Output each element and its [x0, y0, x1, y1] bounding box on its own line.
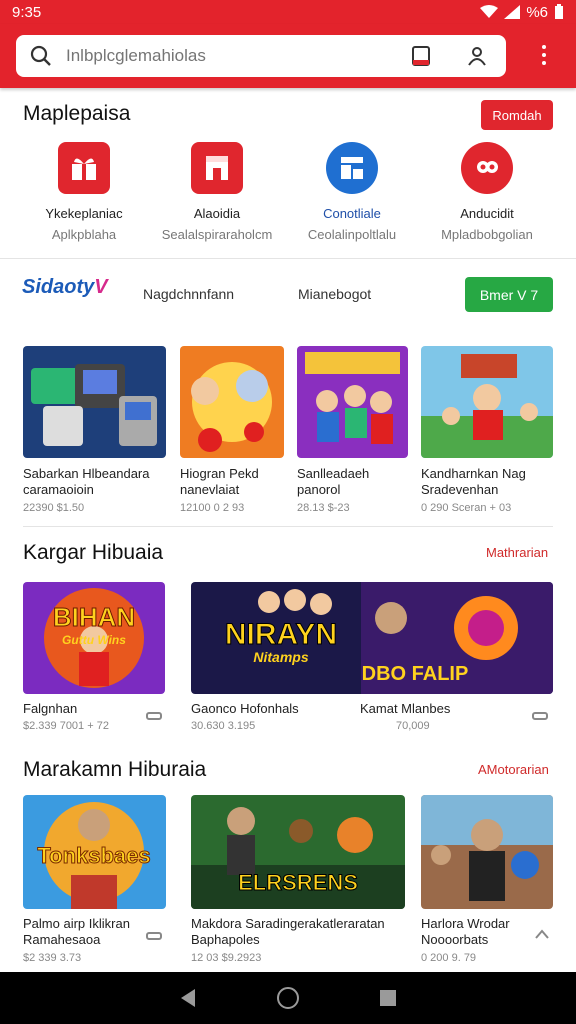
game-thumbnail[interactable] — [297, 346, 408, 458]
game-title[interactable]: Hiogran Pekd — [180, 466, 259, 482]
game-title[interactable]: Harlora Wrodar — [421, 916, 510, 932]
game-thumbnail[interactable] — [421, 346, 553, 458]
game-art-title: ELRSRENS — [238, 870, 358, 895]
store-icon — [191, 142, 243, 194]
chevron-up-icon[interactable] — [535, 929, 549, 939]
category-item[interactable]: Conotliale Ceolalinpoltlalu — [287, 142, 417, 242]
game-subtitle: Baphapoles — [191, 932, 260, 947]
game-meta: 0 200 9. 79 — [421, 952, 477, 964]
game-title[interactable]: Falgnhan — [23, 701, 77, 717]
search-bar[interactable] — [16, 35, 506, 77]
game-meta: 30.630 3.195 — [191, 720, 256, 732]
brand-logo-text: Sidaoty — [22, 276, 95, 298]
brand-logo[interactable]: SidaotyV — [22, 276, 108, 299]
game-meta: 12100 0 2 93 — [180, 502, 245, 514]
game-subtitle: nanevlaiat — [180, 482, 240, 497]
wifi-icon — [480, 5, 499, 18]
see-more-link[interactable]: AMotorarian — [478, 762, 549, 777]
game-meta: 28.13 $-23 — [297, 502, 350, 514]
divider — [0, 258, 576, 259]
divider — [23, 526, 553, 527]
game-banner[interactable]: NIRAYN Nitamps DBO FALIP — [191, 582, 553, 694]
game-thumbnail[interactable]: BIHAN Guttu Wins — [23, 582, 165, 694]
home-icon[interactable] — [276, 986, 300, 1010]
banner-title: NIRAYN — [225, 618, 337, 651]
game-thumbnail[interactable]: ELRSRENS — [191, 795, 405, 909]
game-art-title: BIHAN — [53, 602, 135, 632]
game-thumbnail[interactable] — [23, 346, 166, 458]
category-item[interactable]: Anducidit Mpladbobgolian — [422, 142, 552, 242]
game-meta: $2.339 7001 + 72 — [23, 720, 109, 732]
section-title: Marakamn Hiburaia — [23, 758, 207, 781]
action-button[interactable]: Bmer V 7 — [465, 277, 553, 312]
category-subtitle: Ceolalinpoltlalu — [307, 227, 397, 242]
category-name: Alaoidia — [193, 206, 241, 221]
game-subtitle: caramaoioin — [23, 482, 94, 497]
game-subtitle: Noooorbats — [421, 932, 489, 947]
status-bar: 9:35 %6 — [0, 0, 576, 24]
category-subtitle: Aplkpblaha — [51, 227, 117, 242]
search-icon[interactable] — [28, 43, 54, 69]
game-meta: $2 339 3.73 — [23, 952, 82, 964]
banner-subtitle: Nitamps — [253, 649, 308, 665]
battery-icon — [555, 4, 563, 19]
game-meta: 0 290 Sceran + 03 — [421, 502, 512, 514]
user-icon[interactable] — [464, 43, 490, 69]
game-subtitle: Sradevenhan — [421, 482, 499, 497]
game-meta: 12 03 $9.2923 — [191, 952, 262, 964]
game-title[interactable]: Kamat Mlanbes — [360, 701, 450, 717]
controller-icon — [532, 712, 548, 720]
category-name: Anducidit — [460, 206, 514, 221]
nav-link[interactable]: Mianebogot — [298, 286, 371, 302]
search-input[interactable] — [66, 46, 396, 66]
section-title: Kargar Hibuaia — [23, 541, 164, 564]
game-subtitle: Ramahesaoa — [23, 932, 101, 947]
nav-link[interactable]: Nagdchnnfann — [143, 286, 234, 302]
controller-icon — [146, 712, 162, 720]
app-grid-icon — [326, 142, 378, 194]
game-thumbnail[interactable] — [180, 346, 284, 458]
game-title[interactable]: Palmo airp Iklikran — [23, 916, 130, 932]
category-item[interactable]: Alaoidia Sealalspiraraholcm — [152, 142, 282, 242]
game-thumbnail[interactable] — [421, 795, 553, 909]
game-title[interactable]: Makdora Saradingerakatleraratan — [191, 916, 385, 932]
game-art-subtitle: Guttu Wins — [62, 633, 126, 647]
section-action-button[interactable]: Romdah — [481, 100, 553, 130]
recents-icon[interactable] — [379, 989, 397, 1007]
category-name: Ykekeplaniac — [45, 206, 123, 221]
game-thumbnail[interactable]: Tonksbaes — [23, 795, 166, 909]
game-title[interactable]: Sanlleadaeh — [297, 466, 369, 482]
game-art-title: Tonksbaes — [37, 843, 150, 868]
game-title[interactable]: Gaonco Hofonhals — [191, 701, 299, 717]
game-title[interactable]: Kandharnkan Nag — [421, 466, 526, 482]
game-subtitle: panorol — [297, 482, 341, 497]
game-title[interactable]: Sabarkan Hlbeandara — [23, 466, 149, 482]
smile-face-icon — [461, 142, 513, 194]
category-name: Conotliale — [323, 206, 381, 221]
back-icon[interactable] — [179, 988, 197, 1008]
status-icons: %6 — [480, 4, 564, 21]
battery-level: %6 — [526, 3, 548, 21]
category-subtitle: Sealalspiraraholcm — [161, 227, 273, 242]
clock: 9:35 — [12, 3, 42, 21]
signal-icon — [504, 5, 521, 19]
system-nav-bar — [0, 972, 576, 1024]
see-more-link[interactable]: Mathrarian — [486, 545, 548, 560]
category-subtitle: Mpladbobgolian — [441, 227, 533, 242]
game-meta: 22390 $1.50 — [23, 502, 85, 514]
controller-icon — [146, 932, 162, 940]
banner-caption: DBO FALIP — [362, 663, 469, 685]
section-title: Maplepaisa — [23, 102, 131, 125]
game-meta: 70,009 — [396, 720, 430, 732]
gift-box-icon — [58, 142, 110, 194]
more-options-icon[interactable] — [530, 40, 558, 70]
category-item[interactable]: Ykekeplaniac Aplkpblaha — [19, 142, 149, 242]
cart-icon[interactable] — [408, 43, 434, 69]
brand-logo-mark: V — [94, 276, 108, 298]
